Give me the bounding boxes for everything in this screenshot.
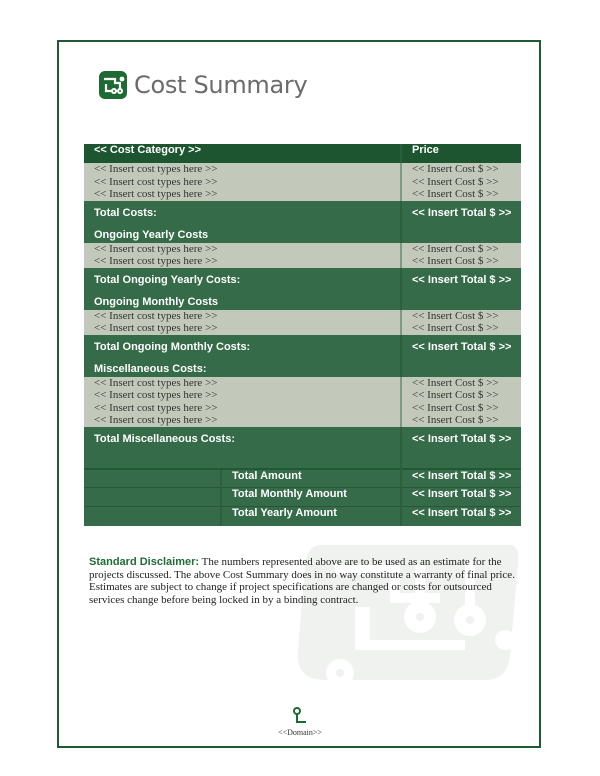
cost-type-placeholder[interactable]: << Insert cost types here >> (94, 402, 400, 415)
summary-row: Total Yearly Amount << Insert Total $ >> (84, 506, 521, 526)
cost-items-row: << Insert cost types here >> << Insert co… (84, 376, 521, 427)
cost-type-cell[interactable]: << Insert cost types here >> << Insert co… (84, 309, 401, 335)
cost-price-placeholder[interactable]: << Insert Cost $ >> (412, 188, 521, 201)
section-total-label: Total Miscellaneous Costs: (94, 432, 235, 445)
cost-type-placeholder[interactable]: << Insert cost types here >> (94, 377, 400, 390)
summary-label: Total Monthly Amount (220, 487, 401, 507)
section-total-value[interactable]: << Insert Total $ >> (400, 334, 521, 377)
section-total-label: Total Ongoing Monthly Costs: (94, 340, 251, 353)
next-section-heading: Ongoing Monthly Costs (94, 295, 219, 308)
cost-price-cell[interactable]: << Insert Cost $ >> << Insert Cost $ >> <<… (400, 163, 521, 201)
cost-type-placeholder[interactable]: << Insert cost types here >> (94, 310, 400, 323)
summary-row: Total Monthly Amount << Insert Total $ >> (84, 487, 521, 507)
cost-price-cell[interactable]: << Insert Cost $ >> << Insert Cost $ >> <<… (400, 376, 521, 427)
cost-items-row: << Insert cost types here >> << Insert co… (84, 163, 521, 201)
section-total-value[interactable]: << Insert Total $ >> (400, 426, 521, 469)
section-total-row: Total Ongoing Yearly Costs: Ongoing Month… (84, 267, 521, 310)
summary-value[interactable]: << Insert Total $ >> (400, 506, 521, 526)
summary-label: Total Amount (220, 467, 401, 488)
section-total-value[interactable]: << Insert Total $ >> (400, 267, 521, 310)
cost-price-placeholder[interactable]: << Insert Cost $ >> (412, 402, 521, 415)
section-total-label: Total Costs: (94, 206, 157, 219)
cost-type-placeholder[interactable]: << Insert cost types here >> (94, 163, 400, 176)
summary-label: Total Yearly Amount (220, 506, 401, 526)
cost-type-placeholder[interactable]: << Insert cost types here >> (94, 188, 400, 201)
cost-price-placeholder[interactable]: << Insert Cost $ >> (412, 322, 521, 335)
cost-type-placeholder[interactable]: << Insert cost types here >> (94, 322, 400, 335)
cost-type-placeholder[interactable]: << Insert cost types here >> (94, 414, 400, 427)
cost-price-cell[interactable]: << Insert Cost $ >> << Insert Cost $ >> (400, 309, 521, 335)
next-section-heading: Ongoing Yearly Costs (94, 228, 209, 241)
cost-price-placeholder[interactable]: << Insert Cost $ >> (412, 389, 521, 402)
next-section-heading: Miscellaneous Costs: (94, 362, 207, 375)
cost-type-placeholder[interactable]: << Insert cost types here >> (94, 255, 400, 268)
cost-items-row: << Insert cost types here >> << Insert co… (84, 309, 521, 335)
section-total-value[interactable]: << Insert Total $ >> (400, 200, 521, 243)
column-header-category: << Cost Category >> (84, 144, 401, 163)
page-title: Cost Summary (134, 71, 308, 99)
cost-price-placeholder[interactable]: << Insert Cost $ >> (412, 163, 521, 176)
cost-price-placeholder[interactable]: << Insert Cost $ >> (412, 255, 521, 268)
disclaimer-lead: Standard Disclaimer: (89, 556, 200, 568)
cost-type-cell[interactable]: << Insert cost types here >> << Insert co… (84, 376, 401, 427)
column-header-price: Price (400, 144, 521, 163)
summary-row: Total Amount << Insert Total $ >> (84, 467, 521, 488)
cost-summary-table: << Cost Category >> Price << Insert cost… (84, 144, 521, 526)
document-header: Cost Summary (98, 70, 308, 100)
cost-type-placeholder[interactable]: << Insert cost types here >> (94, 389, 400, 402)
section-total-label-cell: Total Ongoing Monthly Costs: Miscellaneou… (84, 334, 401, 377)
summary-blank-cell (84, 487, 221, 507)
section-total-label-cell: Total Miscellaneous Costs: (84, 426, 401, 469)
cost-price-cell[interactable]: << Insert Cost $ >> << Insert Cost $ >> (400, 242, 521, 268)
cost-type-placeholder[interactable]: << Insert cost types here >> (94, 176, 400, 189)
summary-value[interactable]: << Insert Total $ >> (400, 487, 521, 507)
cost-type-cell[interactable]: << Insert cost types here >> << Insert co… (84, 242, 401, 268)
section-total-label-cell: Total Ongoing Yearly Costs: Ongoing Month… (84, 267, 401, 310)
footer: <<Domain>> (270, 707, 330, 737)
footer-domain-text: <<Domain>> (278, 728, 322, 737)
section-total-label-cell: Total Costs: Ongoing Yearly Costs (84, 200, 401, 243)
section-total-row: Total Miscellaneous Costs: << Insert Tota… (84, 426, 521, 469)
cost-type-placeholder[interactable]: << Insert cost types here >> (94, 243, 400, 256)
cost-price-placeholder[interactable]: << Insert Cost $ >> (412, 243, 521, 256)
cost-price-placeholder[interactable]: << Insert Cost $ >> (412, 414, 521, 427)
table-header-row: << Cost Category >> Price (84, 144, 521, 163)
disclaimer: Standard Disclaimer: The numbers represe… (89, 556, 519, 606)
cost-type-cell[interactable]: << Insert cost types here >> << Insert co… (84, 163, 401, 201)
cost-price-placeholder[interactable]: << Insert Cost $ >> (412, 176, 521, 189)
summary-blank-cell (84, 467, 221, 488)
circuit-board-logo-icon (99, 71, 127, 99)
summary-blank-cell (84, 506, 221, 526)
section-total-label: Total Ongoing Yearly Costs: (94, 273, 241, 286)
section-total-row: Total Costs: Ongoing Yearly Costs << Inser… (84, 200, 521, 243)
cost-price-placeholder[interactable]: << Insert Cost $ >> (412, 310, 521, 323)
cost-items-row: << Insert cost types here >> << Insert co… (84, 242, 521, 268)
section-total-row: Total Ongoing Monthly Costs: Miscellaneou… (84, 334, 521, 377)
cost-price-placeholder[interactable]: << Insert Cost $ >> (412, 377, 521, 390)
circuit-node-icon (293, 707, 306, 723)
summary-value[interactable]: << Insert Total $ >> (400, 467, 521, 488)
